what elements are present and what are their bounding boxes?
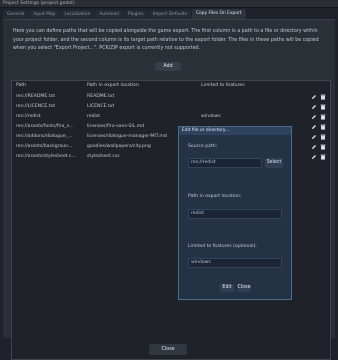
row-actions [311,123,327,131]
tab-general[interactable]: General [3,10,29,19]
row-path: res://assets/backgroun... [16,144,73,149]
table-row[interactable]: res://README.txt README.txt [12,92,330,102]
pencil-icon[interactable] [311,124,317,130]
tab-plugins[interactable]: Plugins [123,10,148,19]
table-row[interactable]: res://LICENCE.txt LICENCE.txt [12,102,330,112]
trash-icon[interactable] [320,144,326,150]
edit-button[interactable]: Edit [220,284,234,292]
description-line-3: when you select "Export Project...". PCK… [13,46,201,52]
row-features: windows [201,114,221,119]
window-title: Project Settings (project.godot) [0,0,338,8]
row-actions [311,93,327,101]
features-label: Limited to features (optional): [188,244,257,249]
header-features: Limited to features [201,83,245,88]
pencil-icon[interactable] [311,144,317,150]
trash-icon[interactable] [320,154,326,160]
features-input[interactable]: windows [188,258,282,268]
header-path: Path [16,83,27,88]
source-path-input[interactable]: res://redist [188,158,262,168]
row-actions [311,143,327,151]
pencil-icon[interactable] [311,94,317,100]
row-path: res://redist [16,114,41,119]
row-actions [311,153,327,161]
table-row[interactable]: res://redist redist windows [12,112,330,122]
row-export: LICENCE.txt [87,104,115,109]
row-actions [311,113,327,121]
source-path-label: Source path: [188,144,218,149]
trash-icon[interactable] [320,134,326,140]
row-path: res://assets/stylesheet.c... [16,154,76,159]
description-line-2: your project folder, and the second colu… [13,37,319,43]
edit-file-dialog: Edit file or directory... Source path: r… [178,126,292,300]
select-button[interactable]: Select [265,158,283,168]
pencil-icon[interactable] [311,134,317,140]
pencil-icon[interactable] [311,114,317,120]
trash-icon[interactable] [320,114,326,120]
row-path: res://LICENCE.txt [16,104,56,109]
tab-input-map[interactable]: Input Map [29,10,60,19]
add-button[interactable]: Add [155,62,181,71]
export-path-label: Path in export location: [188,194,242,199]
row-export: redist [87,114,101,119]
pencil-icon[interactable] [311,104,317,110]
table-header: Path Path in export location Limited to … [12,81,330,91]
dialog-close-button[interactable]: Close [237,284,251,292]
row-export: README.txt [87,94,115,99]
tab-import-defaults[interactable]: Import Defaults [148,10,191,19]
row-actions [311,103,327,111]
row-path: res://README.txt [16,94,56,99]
tab-copy-files-on-export[interactable]: Copy Files On Export [191,9,246,19]
tab-bar: General Input Map Localization Autoload … [3,9,335,20]
row-actions [311,133,327,141]
pencil-icon[interactable] [311,154,317,160]
trash-icon[interactable] [320,104,326,110]
close-button[interactable]: Close [149,344,187,355]
export-path-input[interactable]: redist [188,209,282,219]
trash-icon[interactable] [320,94,326,100]
description-line-1: Here you can define paths that will be c… [13,29,318,34]
dialog-title: Edit file or directory... [179,127,291,135]
tab-localization[interactable]: Localization [60,10,95,19]
description-text: Here you can define paths that will be c… [13,28,329,54]
row-path: res://addons/dialogue_... [16,134,73,139]
row-path: res://assets/fonts/fira_s... [16,124,74,129]
tab-autoload[interactable]: Autoload [95,10,123,19]
trash-icon[interactable] [320,124,326,130]
header-export-location: Path in export location [87,83,139,88]
